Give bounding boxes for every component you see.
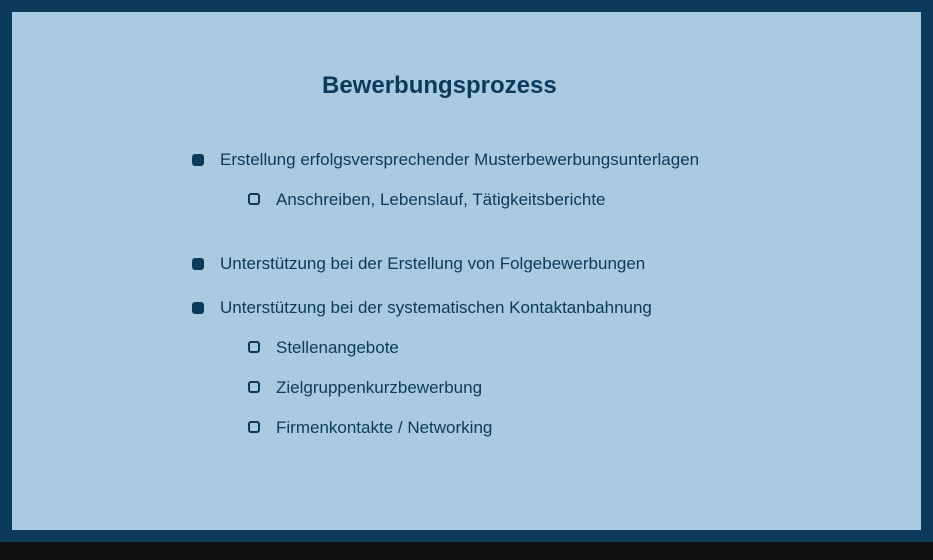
main-list: Erstellung erfolgsversprechender Musterb… (192, 150, 841, 458)
list-item: Unterstützung bei der systematischen Kon… (192, 298, 841, 458)
slide-outer-frame: Bewerbungsprozess Erstellung erfolgsvers… (0, 0, 933, 542)
list-item-content: Erstellung erfolgsversprechender Musterb… (220, 150, 841, 230)
sublist-item-label: Anschreiben, Lebenslauf, Tätigkeitsberic… (276, 190, 606, 210)
list-item-label: Unterstützung bei der systematischen Kon… (220, 298, 652, 317)
sublist-item-label: Stellenangebote (276, 338, 399, 358)
list-item-label: Erstellung erfolgsversprechender Musterb… (220, 150, 699, 169)
list-item-label: Unterstützung bei der Erstellung von Fol… (220, 254, 645, 273)
filled-square-bullet-icon (192, 258, 204, 270)
sublist-item: Anschreiben, Lebenslauf, Tätigkeitsberic… (248, 190, 869, 210)
hollow-square-bullet-icon (248, 381, 260, 393)
list-item-content: Unterstützung bei der systematischen Kon… (220, 298, 841, 458)
sublist-item-label: Firmenkontakte / Networking (276, 418, 492, 438)
sublist: Anschreiben, Lebenslauf, Tätigkeitsberic… (248, 190, 869, 210)
slide-title: Bewerbungsprozess (322, 72, 841, 100)
sublist-item: Zielgruppenkurzbewerbung (248, 378, 869, 398)
sublist-item: Firmenkontakte / Networking (248, 418, 869, 438)
list-item: Unterstützung bei der Erstellung von Fol… (192, 254, 841, 274)
hollow-square-bullet-icon (248, 421, 260, 433)
hollow-square-bullet-icon (248, 341, 260, 353)
list-item: Erstellung erfolgsversprechender Musterb… (192, 150, 841, 230)
sublist-item-label: Zielgruppenkurzbewerbung (276, 378, 482, 398)
hollow-square-bullet-icon (248, 193, 260, 205)
sublist: Stellenangebote Zielgruppenkurzbewerbung F… (248, 338, 869, 438)
filled-square-bullet-icon (192, 302, 204, 314)
filled-square-bullet-icon (192, 154, 204, 166)
list-item-content: Unterstützung bei der Erstellung von Fol… (220, 254, 841, 274)
sublist-item: Stellenangebote (248, 338, 869, 358)
slide-inner-panel: Bewerbungsprozess Erstellung erfolgsvers… (12, 12, 921, 530)
